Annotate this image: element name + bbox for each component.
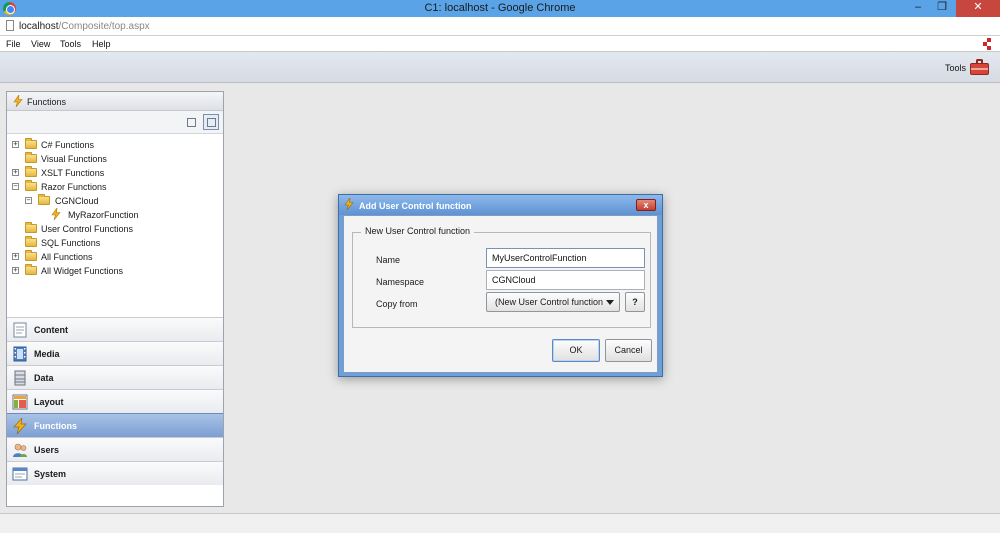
panel-header: Functions [7,92,223,111]
copy-from-label: Copy from [376,299,418,309]
folder-icon [25,152,37,163]
minimize-button[interactable]: – [906,0,930,17]
folder-open-icon [38,194,50,205]
menu-bar: File View Tools Help [0,36,1000,52]
dialog-title: Add User Control function [359,201,472,211]
status-bar [0,513,1000,533]
url-path: /Composite/top.aspx [58,21,150,32]
collapse-icon[interactable]: − [12,183,19,190]
copy-from-select[interactable]: (New User Control function [486,292,620,312]
folder-open-icon [25,180,37,191]
nav-label: Users [34,445,60,455]
top-toolbar: Tools [0,52,1000,83]
folder-icon [25,236,37,247]
close-window-button[interactable]: ✕ [956,0,1000,17]
data-database-icon [14,370,26,386]
expand-icon[interactable]: + [12,169,19,176]
tree-node-label: C# Functions [41,140,95,150]
nav-label: Content [34,325,68,335]
nav-label: Media [34,349,60,359]
tree-node-label: SQL Functions [41,238,101,248]
expand-icon[interactable]: + [12,141,19,148]
dialog-body: Name Namespace Copy from (New User Contr… [343,215,658,373]
nav-label: System [34,469,67,479]
nav-users[interactable]: Users [7,437,223,461]
tree-node-label: All Functions [41,252,93,262]
url-text[interactable]: localhost/Composite/top.aspx [19,21,150,32]
folder-icon [25,222,37,233]
folder-icon [25,166,37,177]
media-film-icon [13,346,27,362]
layout-icon [12,394,28,410]
tree-node-label: MyRazorFunction [68,210,139,220]
tree-node-label: XSLT Functions [41,168,105,178]
window-title-bar: C1: localhost - Google Chrome – ❐ ✕ [0,0,1000,17]
nav-label: Functions [34,421,77,431]
nav-layout[interactable]: Layout [7,389,223,413]
copy-from-value: (New User Control function [495,297,604,307]
add-user-control-dialog: Add User Control function x Name Namespa… [338,194,663,377]
nav-content[interactable]: Content [7,317,223,341]
toolbox-icon[interactable] [970,59,989,75]
system-window-icon [12,467,28,481]
users-icon [13,443,27,457]
nav-label: Layout [34,397,64,407]
lightning-icon [344,198,354,210]
folder-icon [25,264,37,275]
window-title: C1: localhost - Google Chrome [424,2,576,14]
nav-functions[interactable]: Functions [7,413,223,437]
lightning-icon [13,95,23,107]
collapse-all-icon[interactable] [183,114,199,130]
namespace-label: Namespace [376,277,425,287]
chevron-down-icon [606,300,614,305]
url-host: localhost [19,21,59,32]
tree-node-label: User Control Functions [41,224,134,234]
nav-label: Data [34,373,54,383]
panel-subtoolbar [7,111,223,134]
menu-view[interactable]: View [31,39,50,49]
dialog-title-bar[interactable]: Add User Control function x [339,195,662,215]
expand-icon[interactable]: + [12,253,19,260]
folder-icon [25,250,37,261]
collapse-icon[interactable]: − [25,197,32,204]
field-group-title: New User Control function [361,226,475,236]
nav-data[interactable]: Data [7,365,223,389]
tree-node-label: Razor Functions [41,182,107,192]
folder-icon [25,138,37,149]
left-panel: Functions + C# Functions Visual Function… [6,91,224,507]
nav-media[interactable]: Media [7,341,223,365]
lightning-icon [51,208,61,220]
content-page-icon [13,322,27,338]
tree-node-label: CGNCloud [55,196,99,206]
dialog-close-button[interactable]: x [636,199,656,211]
name-input[interactable] [486,248,645,268]
menu-tools[interactable]: Tools [60,39,81,49]
link-view-icon[interactable] [203,114,219,130]
panel-header-label: Functions [27,97,67,107]
field-group: Name Namespace Copy from (New User Contr… [352,232,651,328]
composite-logo-icon [983,38,991,50]
menu-file[interactable]: File [6,39,21,49]
page-icon [6,20,14,31]
nav-system[interactable]: System [7,461,223,485]
address-bar[interactable]: localhost/Composite/top.aspx [0,17,1000,36]
name-label: Name [376,255,401,265]
lightning-icon [13,418,27,434]
menu-help[interactable]: Help [92,39,111,49]
help-button[interactable]: ? [625,292,645,312]
maximize-button[interactable]: ❐ [930,0,954,17]
tools-label[interactable]: Tools [945,63,966,73]
cancel-button[interactable]: Cancel [605,339,652,362]
expand-icon[interactable]: + [12,267,19,274]
tree-node-label: Visual Functions [41,154,107,164]
tree-node-label: All Widget Functions [41,266,124,276]
ok-button[interactable]: OK [552,339,600,362]
namespace-input[interactable] [486,270,645,290]
